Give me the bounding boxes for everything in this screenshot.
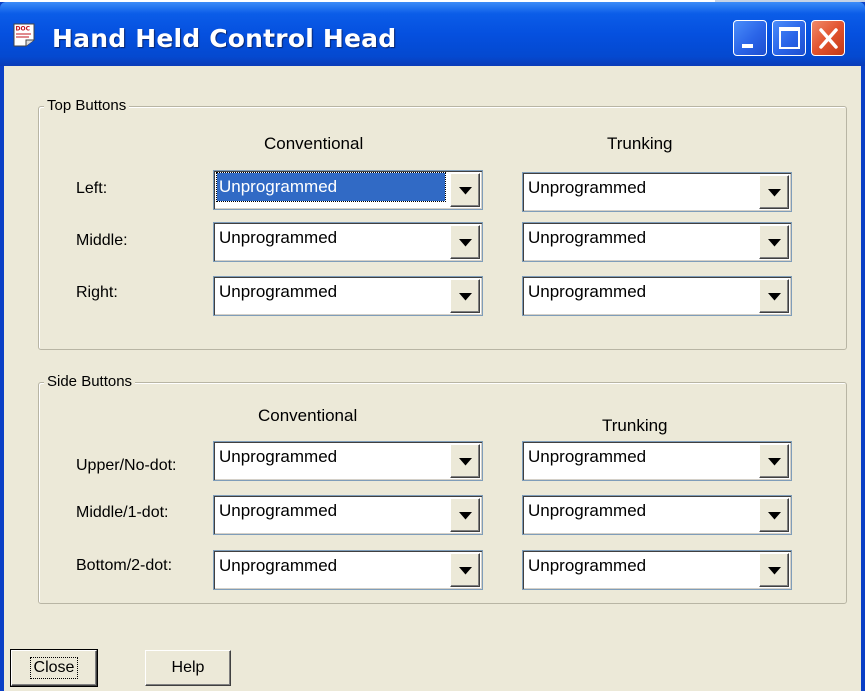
combo-value: Unprogrammed (219, 282, 338, 301)
top-right-label: Right: (76, 284, 118, 301)
close-button[interactable]: Close (10, 649, 98, 687)
top-left-trunking-select[interactable]: Unprogrammed (522, 172, 792, 212)
help-button-label: Help (171, 659, 205, 676)
dialog-client-area: Top Buttons Conventional Trunking Left: … (4, 66, 861, 691)
side-trunking-header: Trunking (602, 416, 668, 435)
combo-value: Unprogrammed (219, 228, 338, 247)
combo-value: Unprogrammed (216, 172, 446, 202)
dropdown-arrow-icon (459, 512, 472, 520)
dropdown-arrow-icon (768, 458, 781, 466)
help-button[interactable]: Help (145, 650, 231, 686)
combo-value: Unprogrammed (528, 178, 647, 197)
side-middle-trunking-select[interactable]: Unprogrammed (522, 495, 792, 535)
side-bottom-label: Bottom/2-dot: (76, 557, 173, 574)
maximize-button[interactable] (772, 20, 806, 56)
dropdown-button[interactable] (450, 553, 480, 587)
dropdown-arrow-icon (768, 567, 781, 575)
top-trunking-header: Trunking (607, 134, 673, 153)
side-conventional-header: Conventional (258, 406, 358, 425)
window-title: Hand Held Control Head (52, 24, 397, 53)
dropdown-arrow-icon (459, 187, 472, 195)
top-conventional-header: Conventional (264, 134, 364, 153)
dropdown-button[interactable] (450, 225, 480, 259)
title-bar[interactable]: DOC Hand Held Control Head (0, 2, 865, 66)
dropdown-button[interactable] (759, 444, 789, 478)
top-buttons-legend: Top Buttons (44, 97, 130, 114)
close-window-button[interactable] (811, 20, 845, 56)
dropdown-button[interactable] (450, 279, 480, 313)
combo-value: Unprogrammed (528, 556, 647, 575)
dropdown-button[interactable] (450, 498, 480, 532)
top-middle-trunking-select[interactable]: Unprogrammed (522, 222, 792, 262)
dropdown-arrow-icon (768, 239, 781, 247)
dropdown-button[interactable] (759, 553, 789, 587)
top-left-label: Left: (76, 180, 108, 197)
combo-value: Unprogrammed (528, 447, 647, 466)
dropdown-button[interactable] (759, 498, 789, 532)
side-upper-trunking-select[interactable]: Unprogrammed (522, 441, 792, 481)
combo-value: Unprogrammed (219, 501, 338, 520)
dropdown-arrow-icon (768, 189, 781, 197)
top-right-trunking-select[interactable]: Unprogrammed (522, 276, 792, 316)
dropdown-arrow-icon (459, 567, 472, 575)
side-bottom-conventional-select[interactable]: Unprogrammed (213, 550, 483, 590)
top-right-conventional-select[interactable]: Unprogrammed (213, 276, 483, 316)
side-bottom-trunking-select[interactable]: Unprogrammed (522, 550, 792, 590)
combo-value: Unprogrammed (219, 556, 338, 575)
dropdown-button[interactable] (759, 279, 789, 313)
dialog-window: DOC Hand Held Control Head Top Buttons C… (0, 2, 865, 691)
top-middle-label: Middle: (76, 232, 128, 249)
dropdown-arrow-icon (459, 293, 472, 301)
combo-value: Unprogrammed (528, 282, 647, 301)
app-document-icon[interactable]: DOC (12, 22, 36, 48)
top-left-conventional-select[interactable]: Unprogrammed (213, 170, 483, 210)
minimize-icon (742, 44, 753, 48)
combo-value: Unprogrammed (528, 228, 647, 247)
side-upper-label: Upper/No-dot: (76, 457, 177, 474)
close-button-label: Close (29, 657, 79, 679)
maximize-icon (779, 27, 800, 49)
svg-text:DOC: DOC (16, 26, 31, 33)
dropdown-arrow-icon (459, 458, 472, 466)
top-middle-conventional-select[interactable]: Unprogrammed (213, 222, 483, 262)
dropdown-arrow-icon (768, 293, 781, 301)
side-middle-label: Middle/1-dot: (76, 504, 169, 521)
dropdown-button[interactable] (450, 173, 480, 207)
minimize-button[interactable] (733, 20, 767, 56)
side-middle-conventional-select[interactable]: Unprogrammed (213, 495, 483, 535)
dropdown-button[interactable] (450, 444, 480, 478)
dropdown-arrow-icon (768, 512, 781, 520)
combo-value: Unprogrammed (528, 501, 647, 520)
close-icon (819, 28, 838, 49)
dropdown-button[interactable] (759, 175, 789, 209)
combo-value: Unprogrammed (219, 447, 338, 466)
side-upper-conventional-select[interactable]: Unprogrammed (213, 441, 483, 481)
side-buttons-legend: Side Buttons (44, 373, 136, 390)
dropdown-button[interactable] (759, 225, 789, 259)
dropdown-arrow-icon (459, 239, 472, 247)
